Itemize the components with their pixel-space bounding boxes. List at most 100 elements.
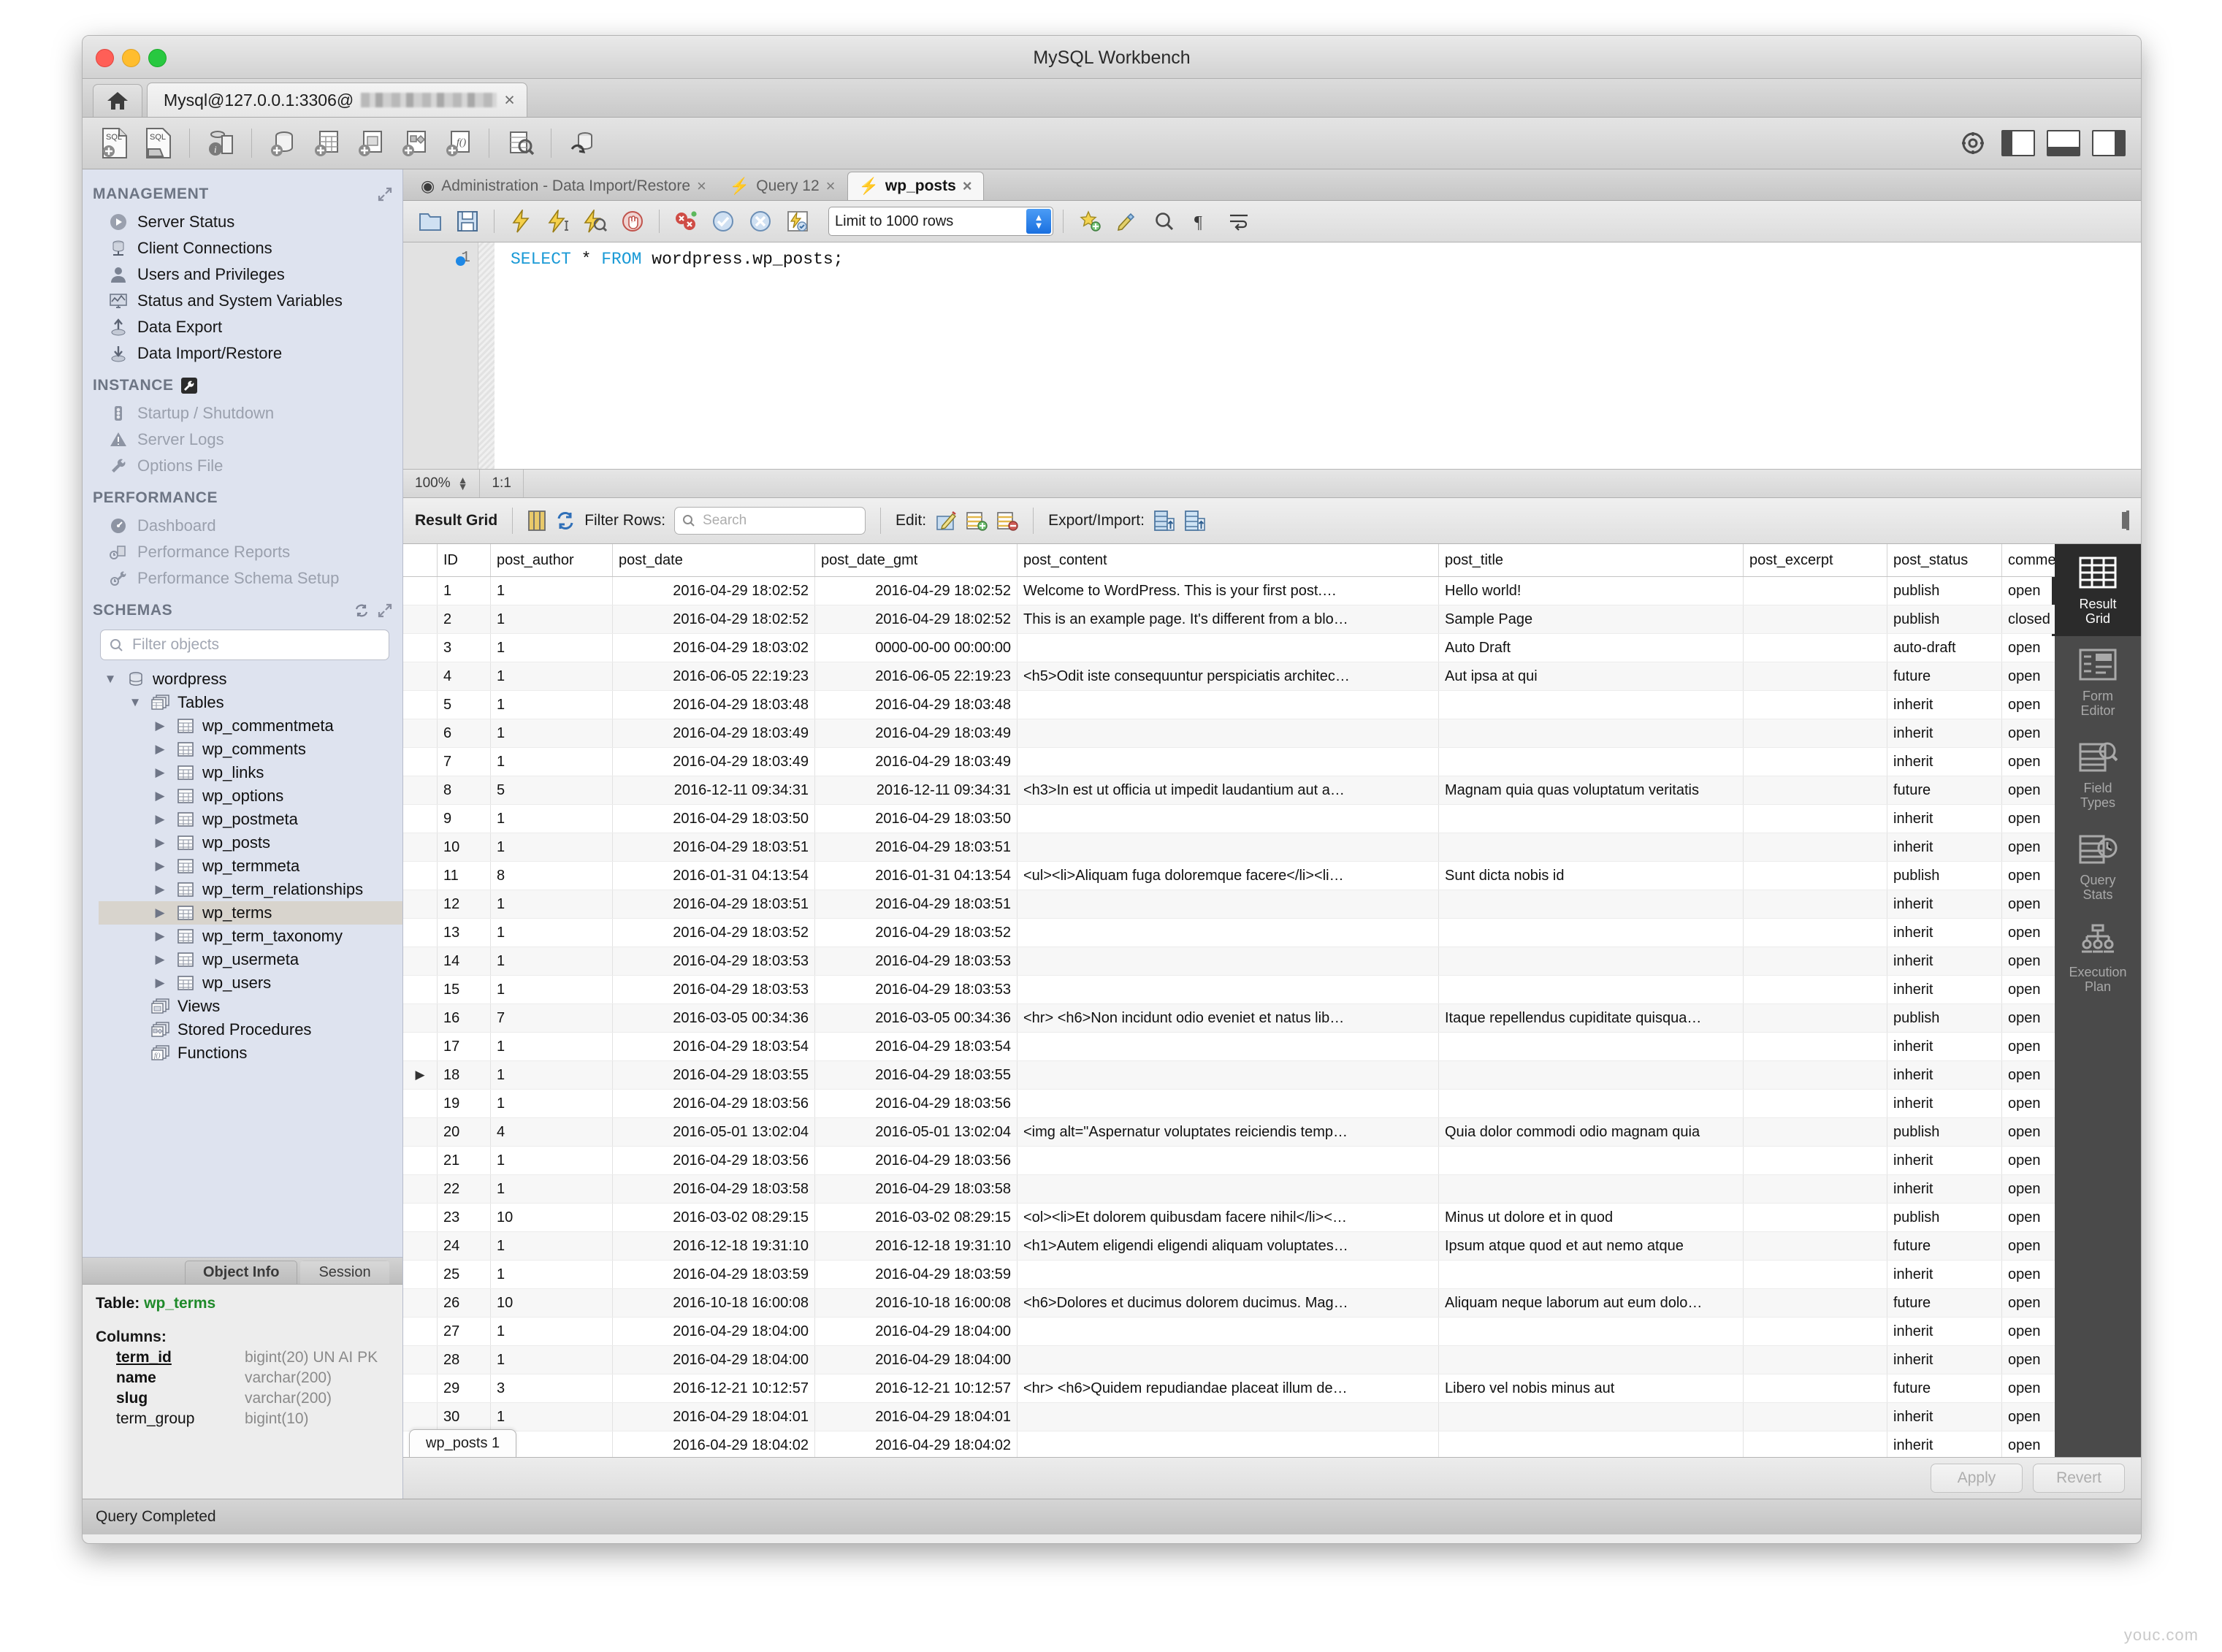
cell-post_status[interactable]: inherit <box>1887 975 2002 1004</box>
cell-post_excerpt[interactable] <box>1743 1146 1887 1175</box>
cell-post_author[interactable]: 1 <box>490 719 613 748</box>
cell-post_content[interactable] <box>1017 1402 1439 1431</box>
cell-post_title[interactable] <box>1438 719 1744 748</box>
cell-post_content[interactable] <box>1017 747 1439 776</box>
cell-post_content[interactable]: <h5>Odit iste consequuntur perspiciatis … <box>1017 662 1439 691</box>
row-add-icon[interactable] <box>966 510 988 532</box>
cell-id[interactable]: 13 <box>437 918 491 947</box>
sidebar-scroll-area[interactable]: MANAGEMENT Server Status Client Connecti… <box>83 169 402 1257</box>
row-marker[interactable] <box>403 890 438 919</box>
cell-post_date[interactable]: 2016-03-02 08:29:15 <box>612 1203 815 1232</box>
cell-post_excerpt[interactable] <box>1743 1032 1887 1061</box>
cell-post_date[interactable]: 2016-04-29 18:03:53 <box>612 975 815 1004</box>
refresh-icon[interactable] <box>555 510 576 531</box>
rail-item-form-editor[interactable]: Form Editor <box>2052 636 2141 728</box>
cell-post_status[interactable]: future <box>1887 662 2002 691</box>
cell-post_title[interactable]: Itaque repellendus cupiditate quisqua… <box>1438 1003 1744 1033</box>
cell-post_date_gmt[interactable]: 2016-04-29 18:03:50 <box>814 804 1018 833</box>
cell-post_author[interactable]: 1 <box>490 747 613 776</box>
cell-post_title[interactable] <box>1438 1032 1744 1061</box>
cell-post_date_gmt[interactable]: 2016-04-29 18:03:48 <box>814 690 1018 719</box>
cell-id[interactable]: 5 <box>437 690 491 719</box>
tree-twisty-icon[interactable]: ▼ <box>102 672 119 687</box>
cell-post_status[interactable]: publish <box>1887 576 2002 605</box>
cell-post_status[interactable]: future <box>1887 1288 2002 1318</box>
cell-post_excerpt[interactable] <box>1743 633 1887 662</box>
connection-tab[interactable]: Mysql@127.0.0.1:3306@ × <box>147 83 527 117</box>
cell-post_excerpt[interactable] <box>1743 918 1887 947</box>
cell-post_date_gmt[interactable]: 2016-06-05 22:19:23 <box>814 662 1018 691</box>
row-marker[interactable] <box>403 1174 438 1204</box>
open-script-button[interactable] <box>413 206 447 237</box>
open-sql-script-button[interactable]: SQL <box>138 124 179 162</box>
cell-post_date_gmt[interactable]: 2016-04-29 18:03:55 <box>814 1060 1018 1090</box>
close-tab-icon[interactable]: × <box>826 177 836 196</box>
close-tab-icon[interactable]: × <box>963 177 972 196</box>
cell-post_title[interactable] <box>1438 804 1744 833</box>
create-view-button[interactable] <box>350 124 391 162</box>
result-grid-table[interactable]: ID post_author post_date post_date_gmt post_… <box>403 544 2055 1457</box>
cell-post_status[interactable]: inherit <box>1887 1032 2002 1061</box>
tree-twisty-icon[interactable]: ▶ <box>151 882 169 897</box>
cell-post_title[interactable]: Magnam quia quas voluptatum veritatis <box>1438 776 1744 805</box>
column-header-post-title[interactable]: post_title <box>1438 544 1744 577</box>
close-tab-icon[interactable]: × <box>697 177 706 196</box>
sidebar-item-options-file[interactable]: Options File <box>83 453 402 479</box>
cell-post_author[interactable]: 1 <box>490 1260 613 1289</box>
table-row[interactable]: 6 1 2016-04-29 18:03:49 2016-04-29 18:03:49… <box>403 719 2055 748</box>
cell-id[interactable]: 12 <box>437 890 491 919</box>
tab-query-12[interactable]: ⚡ Query 12 × <box>718 172 847 200</box>
cell-post_author[interactable]: 1 <box>490 975 613 1004</box>
cell-post_content[interactable] <box>1017 690 1439 719</box>
apply-button[interactable]: Apply <box>1931 1464 2023 1493</box>
column-header-post-status[interactable]: post_status <box>1887 544 2002 577</box>
cell-post_status[interactable]: inherit <box>1887 1089 2002 1118</box>
schema-tree-item-wordpress[interactable]: ▼ wordpress <box>99 668 402 691</box>
cell-post_title[interactable]: Sunt dicta nobis id <box>1438 861 1744 890</box>
create-schema-button[interactable] <box>262 124 303 162</box>
cell-post_date_gmt[interactable]: 2016-04-29 18:04:01 <box>814 1402 1018 1431</box>
cell-post_excerpt[interactable] <box>1743 1060 1887 1090</box>
cell-post_excerpt[interactable] <box>1743 1317 1887 1346</box>
filter-rows-search[interactable] <box>674 507 866 535</box>
cell-post_date[interactable]: 2016-06-05 22:19:23 <box>612 662 815 691</box>
sidebar-item-client-connections[interactable]: Client Connections <box>83 235 402 261</box>
cell-post_date[interactable]: 2016-04-29 18:03:51 <box>612 890 815 919</box>
cell-post_content[interactable]: <ul><li>Aliquam fuga doloremque facere</… <box>1017 861 1439 890</box>
cell-post_title[interactable] <box>1438 747 1744 776</box>
cell-post_author[interactable]: 1 <box>490 605 613 634</box>
cell-post_title[interactable] <box>1438 1431 1744 1457</box>
cell-post_author[interactable]: 1 <box>490 947 613 976</box>
cell-comment_status[interactable]: open <box>2001 1146 2055 1175</box>
row-marker[interactable] <box>403 576 438 605</box>
row-marker[interactable] <box>403 918 438 947</box>
cell-post_date[interactable]: 2016-04-29 18:03:56 <box>612 1089 815 1118</box>
explain-query-button[interactable] <box>579 206 612 237</box>
cell-post_author[interactable]: 1 <box>490 633 613 662</box>
row-marker[interactable] <box>403 1032 438 1061</box>
column-header-id[interactable]: ID <box>437 544 491 577</box>
table-row[interactable]: 5 1 2016-04-29 18:03:48 2016-04-29 18:03:48… <box>403 690 2055 719</box>
cell-post_excerpt[interactable] <box>1743 776 1887 805</box>
tab-session[interactable]: Session <box>300 1261 389 1284</box>
cell-post_date_gmt[interactable]: 0000-00-00 00:00:00 <box>814 633 1018 662</box>
cell-post_title[interactable]: Ipsum atque quod et aut nemo atque <box>1438 1231 1744 1261</box>
cell-post_excerpt[interactable] <box>1743 804 1887 833</box>
cell-post_title[interactable]: Auto Draft <box>1438 633 1744 662</box>
cell-post_title[interactable]: Minus ut dolore et in quod <box>1438 1203 1744 1232</box>
cell-post_date[interactable]: 2016-04-29 18:03:49 <box>612 747 815 776</box>
schema-tree-item-wp-users[interactable]: ▶ wp_users <box>99 971 402 995</box>
cell-post_date[interactable]: 2016-03-05 00:34:36 <box>612 1003 815 1033</box>
cell-post_date[interactable]: 2016-04-29 18:04:00 <box>612 1317 815 1346</box>
cell-post_content[interactable]: <h3>In est ut officia ut impedit laudant… <box>1017 776 1439 805</box>
cell-comment_status[interactable]: open <box>2001 804 2055 833</box>
cell-id[interactable]: 25 <box>437 1260 491 1289</box>
execute-current-button[interactable] <box>541 206 575 237</box>
cell-post_date[interactable]: 2016-04-29 18:03:49 <box>612 719 815 748</box>
sidebar-item-users-and-privileges[interactable]: Users and Privileges <box>83 261 402 288</box>
create-table-button[interactable] <box>306 124 347 162</box>
export-recordset-icon[interactable] <box>1153 510 1175 532</box>
cell-post_date_gmt[interactable]: 2016-05-01 13:02:04 <box>814 1117 1018 1147</box>
cell-post_date[interactable]: 2016-04-29 18:03:52 <box>612 918 815 947</box>
new-sql-tab-button[interactable]: SQL <box>94 124 135 162</box>
